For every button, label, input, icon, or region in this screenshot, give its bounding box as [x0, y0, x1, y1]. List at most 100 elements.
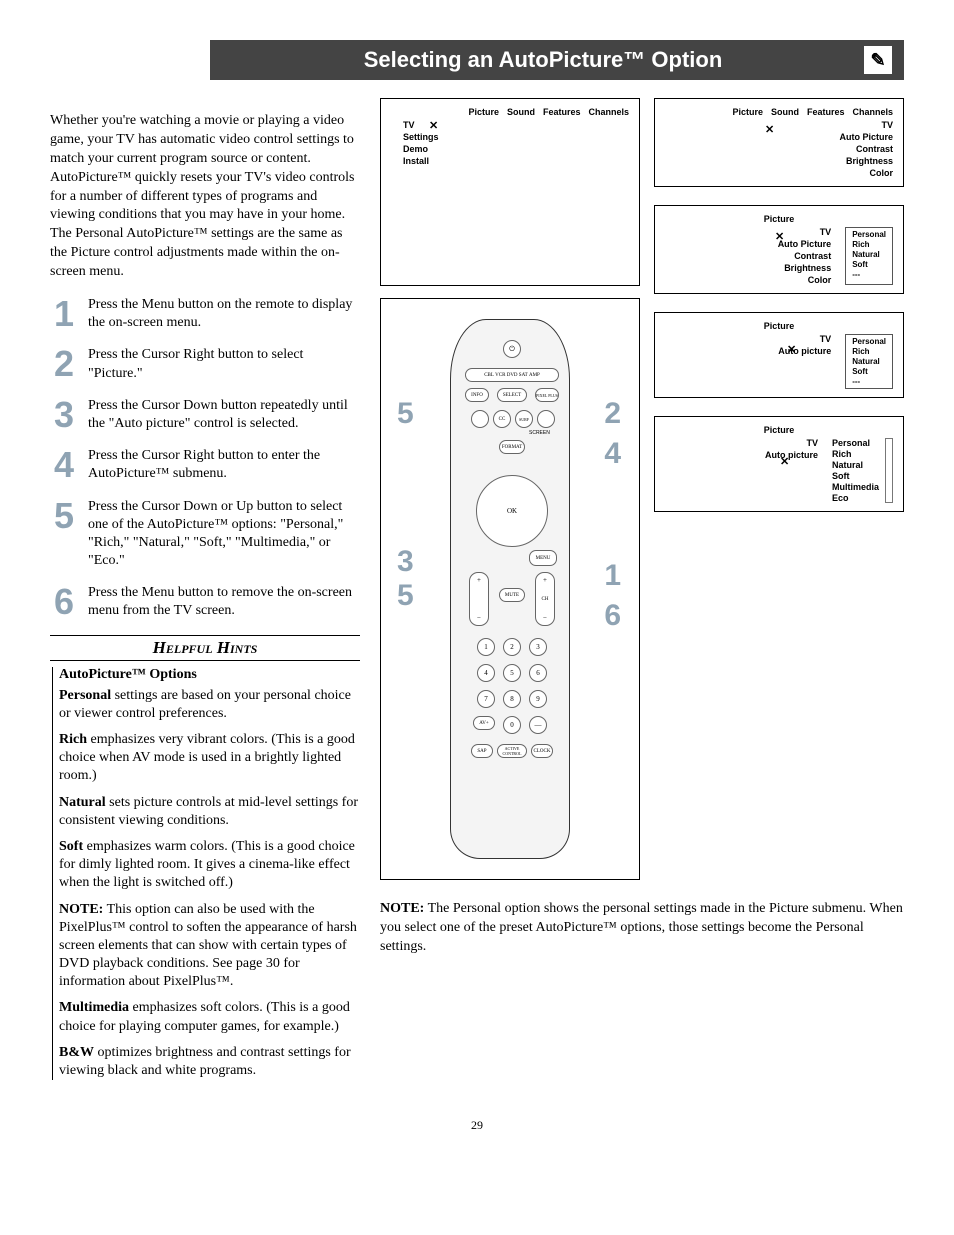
menu-item: TV [806, 438, 818, 448]
menu-tab: Sound [507, 107, 535, 117]
step-number: 1 [50, 296, 78, 332]
cursor-marker-icon: ✕ [780, 455, 789, 468]
hints-section: AutoPicture™ Options Personal settings a… [52, 667, 360, 1081]
callout-3: 3 [397, 545, 414, 579]
step-number: 6 [50, 584, 78, 620]
hint-bw: B&W optimizes brightness and contrast se… [59, 1044, 360, 1080]
menu-pane-4: Picture TV Auto picture Personal Rich Na… [654, 312, 904, 398]
step-5: 5 Press the Cursor Down or Up button to … [50, 498, 360, 571]
pane-header: Picture [764, 214, 795, 224]
av-plus-button: AV+ [473, 716, 495, 730]
power-button-icon: ⏻ [503, 340, 521, 358]
red-button-icon [471, 410, 489, 428]
callout-5a: 5 [397, 397, 414, 431]
hints-subtitle: AutoPicture™ Options [59, 667, 360, 683]
left-column: Whether you're watching a movie or playi… [50, 98, 360, 1088]
step-number: 4 [50, 447, 78, 483]
menu-pane-2: Picture Sound Features Channels TV Auto … [654, 98, 904, 187]
pane-header: Picture [764, 321, 795, 331]
num-6: 6 [529, 664, 547, 682]
callout-2: 2 [604, 397, 621, 431]
remote-pane: ⏻ CBL VCR DVD SAT AMP INFO SELECT PIXEL … [380, 298, 640, 880]
option-item: Personal [852, 337, 886, 346]
pixelplus-button: PIXEL PLUS [535, 388, 559, 402]
menu-pane-5: Picture TV Auto picture Personal Rich Na… [654, 416, 904, 512]
menu-tab: Sound [771, 107, 799, 117]
device-row: CBL VCR DVD SAT AMP [465, 368, 559, 382]
num-8: 8 [503, 690, 521, 708]
menu-item: Install [403, 156, 429, 166]
menu-button: MENU [529, 550, 557, 566]
page-number: 29 [50, 1118, 904, 1133]
menu-item: Brightness [784, 263, 831, 273]
scrollbar-icon [885, 438, 893, 503]
remote-control: ⏻ CBL VCR DVD SAT AMP INFO SELECT PIXEL … [450, 319, 570, 859]
hint-soft: Soft emphasizes warm colors. (This is a … [59, 838, 360, 893]
num-3: 3 [529, 638, 547, 656]
diagram-area: Picture Sound Features Channels TV Setti… [380, 98, 904, 880]
menu-item: Color [870, 168, 894, 178]
menu-tab: Picture [468, 107, 499, 117]
callout-5b: 5 [397, 579, 414, 613]
menu-tab: Channels [588, 107, 629, 117]
dash-button: — [529, 716, 547, 734]
num-0: 0 [503, 716, 521, 734]
menu-item: TV [881, 120, 893, 130]
cursor-marker-icon: ✕ [775, 230, 784, 243]
menu-pane-1: Picture Sound Features Channels TV Setti… [380, 98, 640, 286]
format-button: FORMAT [499, 440, 525, 454]
cursor-marker-icon: ✕ [765, 123, 774, 136]
num-1: 1 [477, 638, 495, 656]
num-9: 9 [529, 690, 547, 708]
option-item: Personal [832, 438, 870, 448]
cc-button: CC [493, 410, 511, 428]
intro-paragraph: Whether you're watching a movie or playi… [50, 112, 360, 282]
screen-label: SCREEN [529, 430, 550, 436]
step-text: Press the Cursor Down or Up button to se… [88, 498, 360, 571]
title-bar: Selecting an AutoPicture™ Option ✎ [210, 40, 904, 80]
menu-tab: Features [807, 107, 845, 117]
menu-tab: Channels [852, 107, 893, 117]
step-text: Press the Menu button to remove the on-s… [88, 584, 360, 620]
menu-tab: Picture [732, 107, 763, 117]
option-item: Rich [832, 449, 852, 459]
option-item: Personal [852, 230, 886, 239]
step-6: 6 Press the Menu button to remove the on… [50, 584, 360, 620]
menu-item: TV [403, 120, 415, 130]
step-text: Press the Cursor Right button to enter t… [88, 447, 360, 483]
menu-item: Auto Picture [839, 132, 893, 142]
step-2: 2 Press the Cursor Right button to selec… [50, 346, 360, 382]
bottom-note: NOTE: The Personal option shows the pers… [380, 900, 904, 957]
step-3: 3 Press the Cursor Down button repeatedl… [50, 397, 360, 433]
option-item: --- [852, 270, 860, 279]
callout-4: 4 [604, 437, 621, 471]
menu-item: Contrast [794, 251, 831, 261]
menu-item: Auto picture [765, 450, 818, 460]
option-item: Natural [832, 460, 863, 470]
hints-title: Helpful Hints [50, 635, 360, 661]
step-1: 1 Press the Menu button on the remote to… [50, 296, 360, 332]
option-item: Soft [832, 471, 850, 481]
select-button: SELECT [497, 388, 527, 402]
step-text: Press the Menu button on the remote to d… [88, 296, 360, 332]
volume-rocker: +− [469, 572, 489, 626]
page-title: Selecting an AutoPicture™ Option [222, 47, 864, 73]
menu-item: TV [820, 227, 832, 237]
option-item: Multimedia [832, 482, 879, 492]
step-number: 5 [50, 498, 78, 571]
num-7: 7 [477, 690, 495, 708]
menu-tab: Features [543, 107, 581, 117]
option-item: Soft [852, 260, 868, 269]
option-item: Eco [832, 493, 849, 503]
menu-item: Brightness [846, 156, 893, 166]
hint-rich: Rich emphasizes very vibrant colors. (Th… [59, 731, 360, 786]
option-item: Natural [852, 357, 880, 366]
hint-multimedia: Multimedia emphasizes soft colors. (This… [59, 999, 360, 1035]
option-item: Natural [852, 250, 880, 259]
dpad: OK [476, 475, 548, 547]
option-item: Rich [852, 347, 869, 356]
hint-natural: Natural sets picture controls at mid-lev… [59, 794, 360, 830]
pane-header: Picture [764, 425, 795, 435]
menu-item: Demo [403, 144, 428, 154]
hint-personal: Personal settings are based on your pers… [59, 687, 360, 723]
